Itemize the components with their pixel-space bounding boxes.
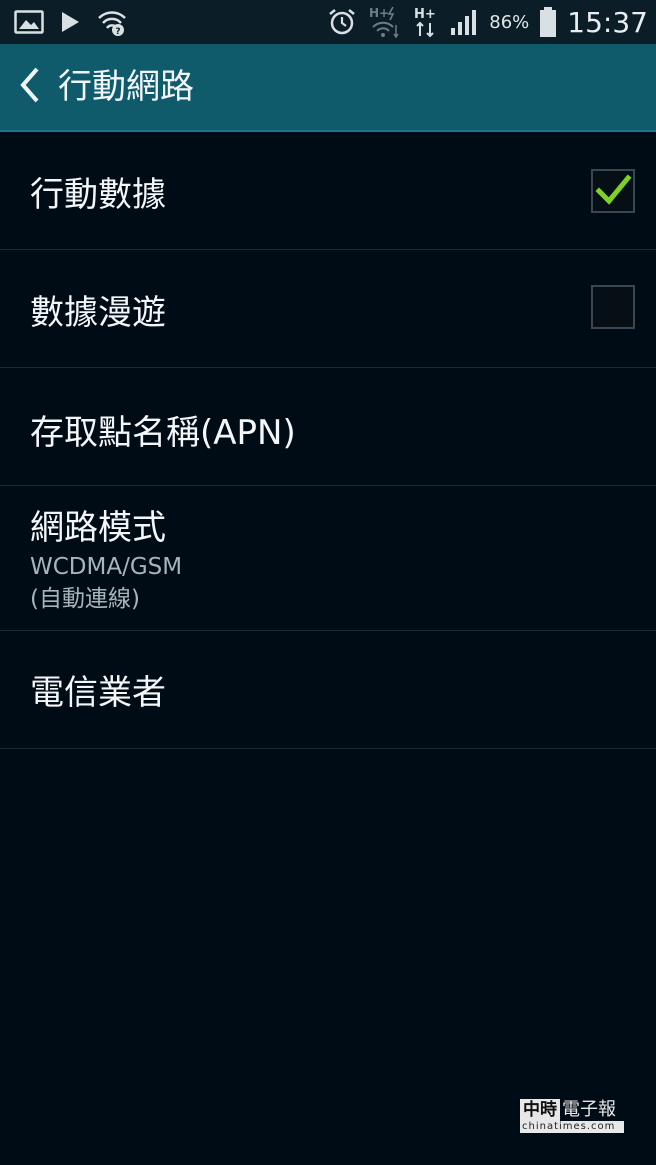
mobile-data-row[interactable]: 行動數據: [0, 132, 656, 250]
status-left-icons: ?: [14, 6, 128, 38]
clock: 15:37: [567, 5, 648, 39]
hplus-data-icon: H+: [413, 5, 439, 39]
play-icon: [60, 11, 80, 33]
mobile-data-checkbox[interactable]: [591, 169, 635, 213]
battery-percent: 86%: [489, 11, 530, 33]
network-mode-label: 網路模式: [30, 508, 166, 548]
hplus-wifi-icon: H+: [367, 5, 403, 39]
data-roaming-label: 數據漫遊: [30, 293, 166, 333]
svg-text:?: ?: [115, 27, 120, 36]
settings-list: 行動數據 數據漫遊 存取點名稱(APN) 網路模式 WCDMA/GSM (自動連…: [0, 132, 656, 749]
signal-icon: [449, 8, 479, 36]
wifi-question-icon: ?: [96, 8, 128, 36]
mobile-data-label: 行動數據: [30, 175, 166, 215]
svg-text:H+: H+: [414, 7, 436, 22]
back-button[interactable]: [10, 62, 50, 112]
carrier-row[interactable]: 電信業者: [0, 631, 656, 749]
status-bar: ? H+ H+ 86% 15:37: [0, 0, 656, 44]
watermark-logo: 中時 電子報 chinatimes.com: [520, 1099, 624, 1135]
network-mode-value: WCDMA/GSM: [30, 554, 183, 580]
battery-icon: [539, 6, 557, 38]
app-bar: 行動網路: [0, 44, 656, 132]
watermark-box: 中時: [520, 1099, 560, 1121]
alarm-icon: [327, 7, 357, 37]
watermark-top: 中時 電子報: [520, 1099, 624, 1121]
network-mode-value-note: (自動連線): [30, 586, 140, 612]
data-roaming-row[interactable]: 數據漫遊: [0, 250, 656, 368]
data-roaming-checkbox[interactable]: [591, 285, 635, 329]
watermark-name: 電子報: [562, 1099, 616, 1120]
network-mode-row[interactable]: 網路模式 WCDMA/GSM (自動連線): [0, 486, 656, 631]
chevron-left-icon: [17, 65, 43, 109]
svg-text:H+: H+: [369, 6, 389, 20]
apn-row[interactable]: 存取點名稱(APN): [0, 368, 656, 486]
status-right-icons: H+ H+ 86% 15:37: [327, 4, 648, 40]
image-icon: [14, 10, 44, 34]
apn-label: 存取點名稱(APN): [30, 413, 296, 453]
watermark-url: chinatimes.com: [520, 1121, 624, 1133]
page-title: 行動網路: [58, 67, 194, 107]
carrier-label: 電信業者: [30, 673, 166, 713]
